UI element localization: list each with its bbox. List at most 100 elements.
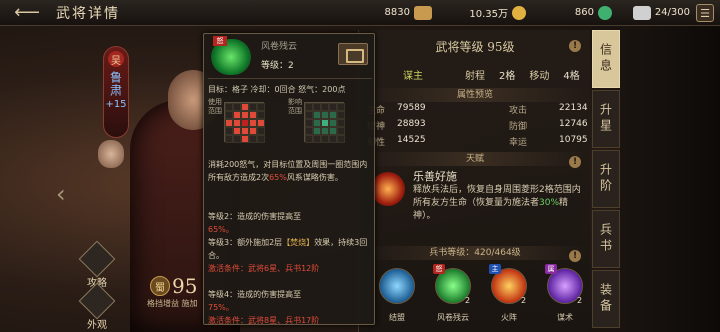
resource-value: 8830 [384, 7, 410, 18]
tab-star-up[interactable]: 升星 [592, 90, 620, 148]
back-button[interactable]: ⟵ [6, 2, 48, 24]
top-bar: ⟵ 武将详情 8830 10.35万 860 24/300 ☰ [0, 0, 720, 26]
skill-tag: 属 [545, 264, 557, 274]
resource-stamina: 24/300 [616, 3, 690, 22]
talent-description: 释放兵法后，恢复自身周围菱形2格范围内所有友方生命（恢复量为施法者30%精神）。 [413, 184, 583, 223]
appearance-icon [78, 282, 116, 320]
faction-badge: 吴 [108, 51, 124, 67]
book-level-header: 兵书等级：420/464级 [363, 246, 587, 260]
prev-hero-arrow-icon[interactable]: ‹ [56, 180, 66, 208]
skill-level: 2 [521, 296, 527, 305]
divider [208, 78, 372, 79]
level2-description: 等级2：造成的伤害提高至 65%。 [208, 210, 372, 236]
talent-fire-icon [371, 172, 405, 206]
talent-header: 天赋 [363, 152, 587, 166]
lv2-value: 65%。 [208, 225, 234, 234]
level3-description: 等级3：额外施加2层【焚烧】效果，持续3回合。 激活条件：武将6星、兵书12阶 [208, 236, 372, 275]
skill-label: 火阵 [501, 313, 517, 322]
skill-label: 谋术 [557, 313, 573, 322]
hero-note: 格挡增益 施加 [147, 299, 198, 308]
effect-range-label: 影响范围 [288, 98, 302, 115]
use-range-grid [224, 102, 265, 143]
skill-tooltip: 怒 风卷残云 等级：2 目标：格子 冷却：0回合 怒气：200点 使用范围 影响… [203, 33, 375, 325]
close-tooltip-button[interactable] [338, 43, 368, 65]
desc-percent: 65% [269, 173, 287, 182]
use-range-label: 使用范围 [208, 98, 222, 115]
gold-coin-icon [512, 5, 526, 20]
book-info-icon[interactable]: ! [569, 250, 581, 262]
info-icon[interactable]: ! [569, 40, 581, 52]
skill-tag: 怒 [433, 264, 445, 274]
stats-grid: 生命 79589 攻击 22134 精神 28893 防御 12746 韧性 1… [367, 103, 588, 148]
stat-label: 防御 [509, 122, 528, 132]
resource-value: 24/300 [654, 7, 690, 18]
burn-keyword[interactable]: 【焚烧】 [282, 238, 314, 247]
skill-label: 结盟 [389, 313, 405, 322]
lv4-value: 75%。 [208, 303, 234, 312]
skill-level: 2 [577, 296, 583, 305]
stat-value: 79589 [397, 103, 426, 113]
hero-hand [98, 140, 124, 168]
level4-description: 等级4：造成的伤害提高至 75%。 激活条件：武将8星、兵书17阶 [208, 288, 372, 327]
stat-value: 28893 [397, 119, 426, 129]
tab-book[interactable]: 兵书 [592, 210, 620, 268]
hero-bonus: +15 [105, 99, 127, 110]
talent-name: 乐善好施 [413, 170, 457, 183]
lv4-text: 等级4：造成的伤害提高至 [208, 290, 302, 299]
range-value: 2格 [499, 70, 516, 82]
desc-text: 风系谋略伤害。 [286, 173, 343, 182]
skill-alliance-icon[interactable] [379, 268, 415, 304]
talent-info-icon[interactable]: ! [569, 156, 581, 168]
tab-info[interactable]: 信息 [592, 30, 620, 88]
stat-label: 幸运 [509, 138, 528, 148]
skill-name: 风卷残云 [261, 42, 298, 52]
effect-range-diagram: 影响范围 [288, 98, 368, 154]
jade-icon [598, 5, 612, 20]
move-label: 移动 [529, 70, 550, 82]
resource-coins: 8830 [352, 3, 432, 22]
resource-gold: 10.35万 [436, 3, 526, 22]
lv2-text: 等级2：造成的伤害提高至 [208, 212, 302, 221]
stamina-icon [632, 5, 651, 20]
tab-rank-up[interactable]: 升阶 [592, 150, 620, 208]
skill-row: 结盟 怒 2 风卷残云 主 2 火阵 属 2 谋术 [373, 264, 583, 322]
attribute-header: 属性预览 [363, 88, 587, 102]
rage-tag: 怒 [213, 36, 227, 46]
use-range-diagram: 使用范围 [208, 98, 288, 154]
skill-description: 消耗200怒气，对目标位置及周围一圈范围内所有敌方造成2次65%风系谋略伤害。 [208, 158, 372, 184]
role-row: 谋主 射程 2格 移动 4格 [363, 64, 587, 84]
stat-label: 攻击 [509, 106, 528, 116]
skill-label: 风卷残云 [437, 313, 469, 322]
role-label: 谋主 [403, 70, 423, 82]
lv4-requirement: 激活条件：武将8星、兵书17阶 [208, 316, 320, 325]
right-edge-decoration [620, 26, 720, 332]
skill-level: 等级：2 [261, 61, 294, 71]
hero-level-title: 武将等级 95级 [435, 39, 515, 54]
hero-level-icon: 蜀 [150, 276, 170, 296]
resource-value: 10.35万 [469, 9, 508, 20]
page-title: 武将详情 [56, 5, 120, 22]
appearance-button[interactable]: 外观 [78, 282, 116, 331]
resource-value: 860 [574, 7, 594, 18]
tab-equipment[interactable]: 装备 [592, 270, 620, 328]
range-label: 射程 [465, 70, 485, 82]
info-panel: 武将等级 95级 ! 谋主 射程 2格 移动 4格 属性预览 生命 79589 … [358, 30, 590, 332]
hero-name: 鲁肃 [108, 71, 123, 97]
talent-desc-percent: 30% [539, 198, 560, 208]
hero-level: 95 [172, 274, 198, 298]
skill-tag: 主 [489, 264, 501, 274]
resource-jade: 860 [530, 3, 612, 22]
skill-target-line: 目标：格子 冷却：0回合 怒气：200点 [208, 85, 346, 94]
strategy-icon [78, 240, 116, 278]
stat-value: 14525 [397, 135, 426, 145]
lv3-requirement: 激活条件：武将6星、兵书12阶 [208, 264, 320, 273]
coin-stack-icon [414, 5, 432, 20]
panel-header: 武将等级 95级 [359, 34, 591, 58]
skill-level: 2 [465, 296, 471, 305]
lv3-text: 等级3：额外施加2层 [208, 238, 283, 247]
menu-button[interactable]: ☰ [696, 4, 714, 22]
move-value: 4格 [563, 70, 580, 82]
effect-range-grid [304, 102, 345, 143]
side-tabs: 信息 升星 升阶 兵书 装备 [592, 30, 620, 332]
hero-name-banner: 吴 鲁肃 +15 [103, 46, 129, 138]
